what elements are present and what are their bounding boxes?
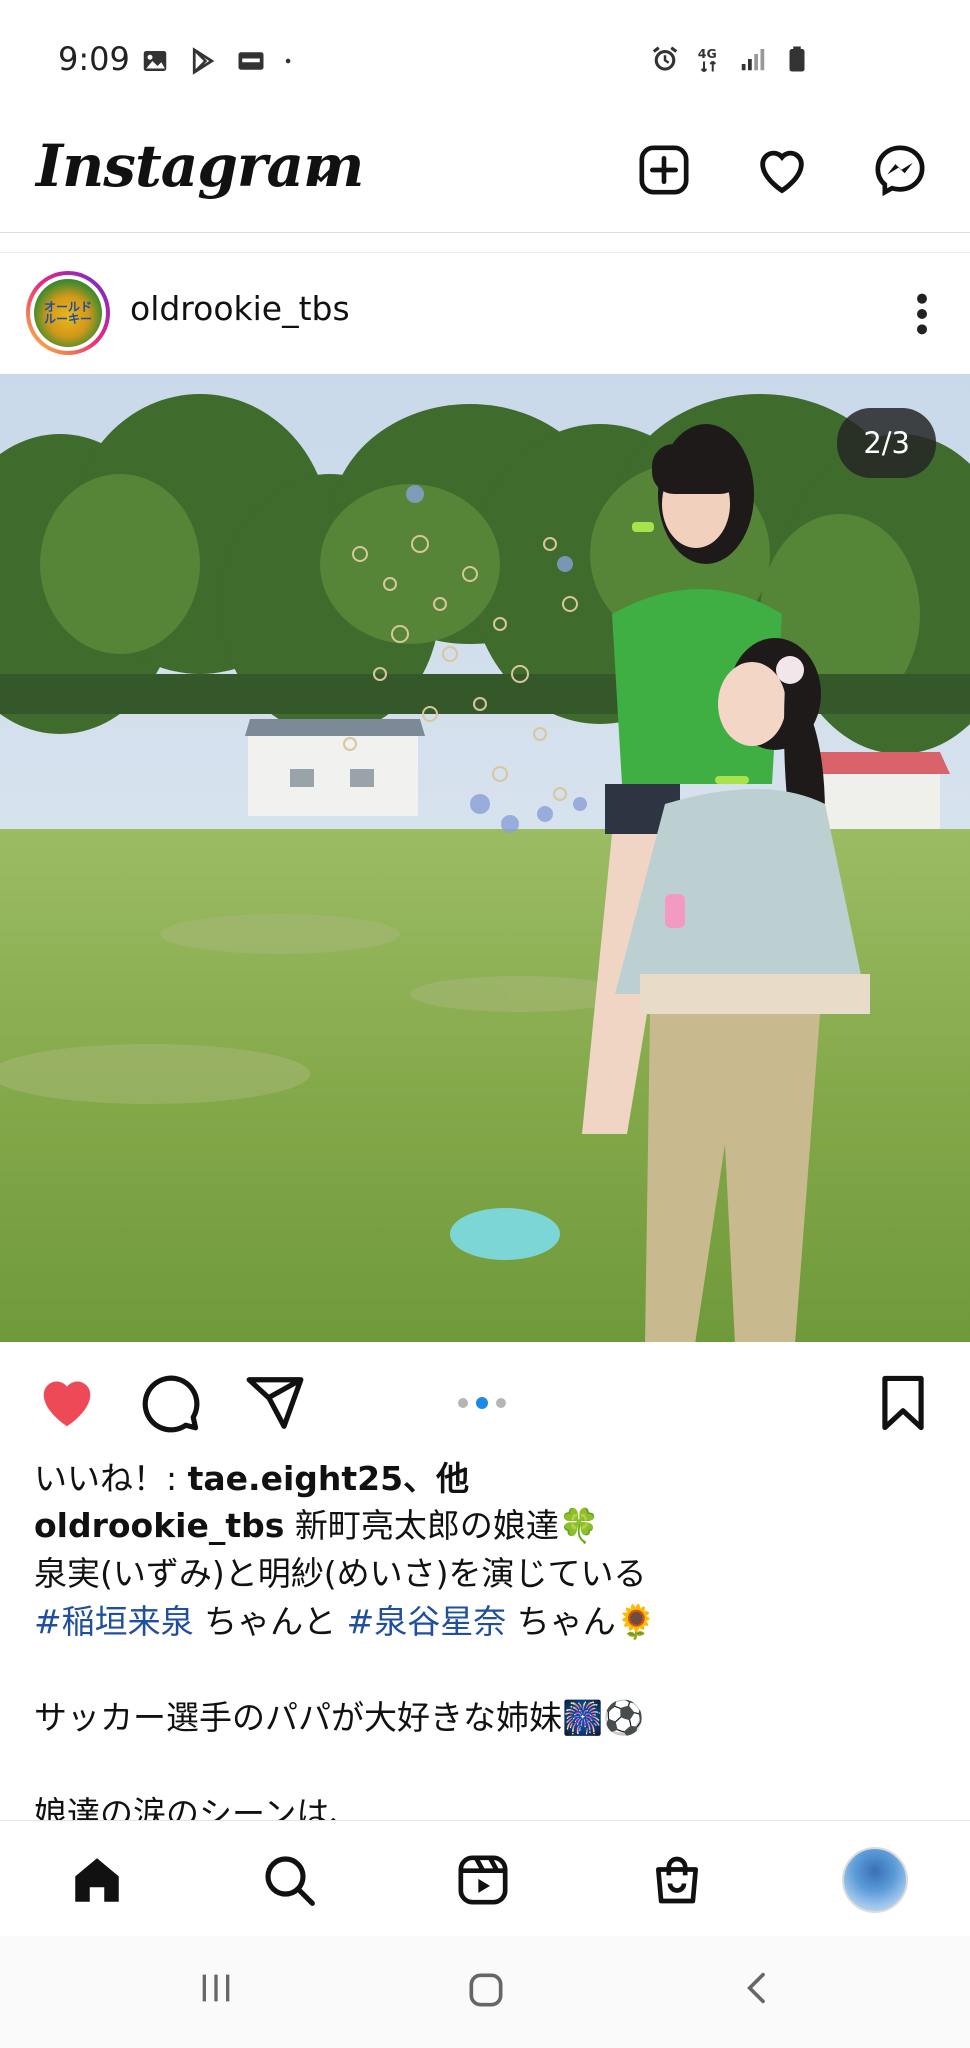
likes-line[interactable]: いいね！: tae.eight25、他	[34, 1452, 469, 1500]
comment-icon[interactable]	[140, 1372, 202, 1434]
likes-suffix[interactable]: 、他	[403, 1459, 469, 1498]
dot-icon	[285, 58, 291, 64]
chevron-down-icon[interactable]	[306, 160, 336, 190]
4g-icon: 4G	[698, 46, 717, 73]
hashtag-link[interactable]: #稲垣来泉	[34, 1602, 194, 1641]
alarm-icon	[652, 46, 678, 71]
create-post-button[interactable]	[634, 140, 694, 200]
avatar-logo-image: オールドルーキー	[34, 279, 102, 347]
post-action-row	[0, 1342, 970, 1446]
post-caption: oldrookie_tbs 新町亮太郎の娘達🍀 泉実(いずみ)と明紗(めいさ)を…	[34, 1502, 944, 1838]
carousel-dot	[458, 1398, 468, 1408]
post-photo[interactable]: 2/3	[0, 374, 970, 1342]
share-icon[interactable]	[244, 1372, 306, 1434]
image-icon	[143, 51, 167, 71]
post-avatar[interactable]: オールドルーキー	[26, 271, 110, 355]
shop-icon	[656, 1856, 698, 1904]
likes-prefix: いいね！:	[34, 1459, 188, 1498]
caption-username[interactable]: oldrookie_tbs	[34, 1506, 284, 1545]
app-header: Instagram	[0, 120, 970, 233]
avatar-logo-text: オールドルーキー	[43, 300, 92, 326]
svg-text:4G: 4G	[698, 46, 717, 61]
post-username[interactable]: oldrookie_tbs	[130, 289, 350, 328]
caption-line: #稲垣来泉 ちゃんと #泉谷星奈 ちゃん🌻	[34, 1598, 944, 1646]
status-right-icons: 4G	[650, 44, 812, 74]
messenger-icon	[875, 145, 925, 197]
nav-shop[interactable]	[646, 1849, 708, 1911]
back-icon[interactable]	[738, 1968, 778, 2008]
battery-icon	[789, 46, 805, 72]
status-time: 9:09	[58, 40, 130, 78]
caption-text: ちゃん🌻	[506, 1602, 657, 1641]
signal-icon	[741, 49, 765, 71]
system-nav-bar	[0, 1936, 970, 2048]
bookmark-icon[interactable]	[872, 1372, 934, 1434]
carousel-counter: 2/3	[837, 408, 936, 478]
status-left-icons	[140, 46, 298, 76]
nav-profile-avatar[interactable]	[842, 1847, 908, 1913]
recent-apps-icon[interactable]	[196, 1968, 236, 2008]
caption-line: サッカー選手のパパが大好きな姉妹🎆⚽	[34, 1698, 645, 1737]
news-icon	[238, 52, 264, 70]
status-bar: 9:09 4G	[0, 0, 970, 120]
messenger-button[interactable]	[870, 140, 930, 200]
create-post-icon	[639, 145, 689, 195]
activity-button[interactable]	[752, 140, 812, 200]
nav-home[interactable]	[66, 1849, 128, 1911]
caption-line: oldrookie_tbs 新町亮太郎の娘達🍀	[34, 1502, 944, 1550]
caption-text: ちゃんと	[193, 1602, 347, 1641]
like-icon[interactable]	[36, 1372, 98, 1434]
header-actions	[634, 140, 930, 200]
reels-icon	[458, 1855, 508, 1905]
home-button-icon[interactable]	[464, 1968, 508, 2012]
nav-reels[interactable]	[452, 1849, 514, 1911]
more-options-icon[interactable]	[914, 291, 930, 337]
likes-user[interactable]: tae.eight25	[188, 1459, 403, 1498]
carousel-dots	[458, 1397, 506, 1409]
hashtag-link[interactable]: #泉谷星奈	[347, 1602, 507, 1641]
nav-search[interactable]	[258, 1849, 320, 1911]
heart-icon	[760, 150, 804, 194]
home-icon	[75, 1858, 119, 1902]
photo-illustration	[0, 374, 970, 1342]
play-store-icon	[192, 47, 215, 75]
search-icon	[265, 1856, 315, 1906]
caption-text: 新町亮太郎の娘達🍀	[284, 1506, 600, 1545]
bottom-nav	[0, 1820, 970, 1937]
carousel-dot	[496, 1398, 506, 1408]
caption-line: 泉実(いずみ)と明紗(めいさ)を演じている	[34, 1554, 647, 1593]
post-header: オールドルーキー oldrookie_tbs	[0, 252, 970, 375]
carousel-dot-active	[476, 1397, 488, 1409]
